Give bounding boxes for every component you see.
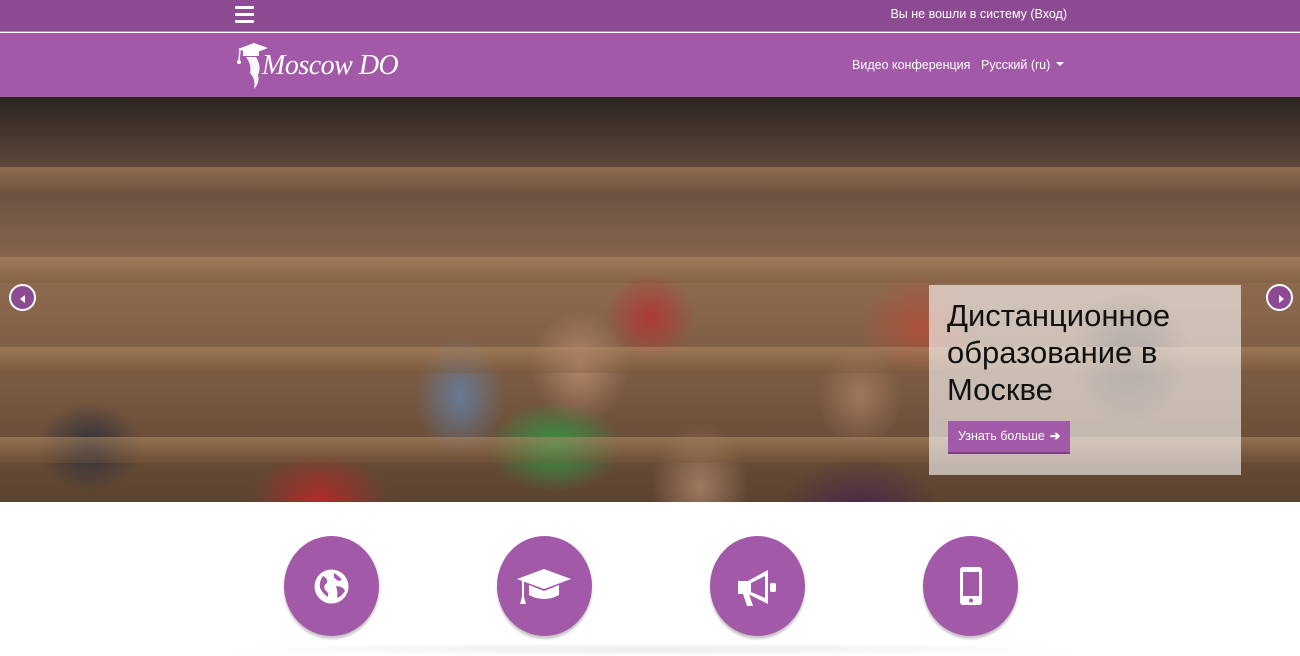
hamburger-icon[interactable] (235, 6, 254, 23)
learn-more-button[interactable]: Узнать больше ➔ (948, 421, 1071, 454)
top-bar: Вы не вошли в систему (Вход) (0, 0, 1300, 32)
caret-down-icon (1056, 61, 1065, 66)
megaphone-icon (738, 570, 776, 606)
login-link[interactable]: Вы не вошли в систему (Вход) (890, 7, 1067, 21)
carousel-prev-button[interactable] (9, 284, 36, 311)
site-logo[interactable]: Moscow DO (234, 39, 404, 91)
graduation-cap-icon (517, 569, 571, 604)
arrow-right-icon: ➔ (1049, 429, 1061, 443)
feature-mobile[interactable] (923, 536, 1018, 638)
features-section (0, 502, 1300, 656)
mobile-phone-icon (960, 567, 982, 605)
carousel-caption: Дистанционное образование в Москве Узнат… (929, 285, 1241, 475)
nav-video-conference-label: Видео конференция (852, 58, 971, 72)
hero-carousel: Дистанционное образование в Москве Узнат… (0, 97, 1300, 502)
learn-more-label: Узнать больше (958, 429, 1045, 443)
globe-icon (314, 569, 349, 604)
nav-video-conference[interactable]: Видео конференция (852, 58, 970, 72)
feature-globe[interactable] (284, 536, 379, 638)
hero-image-detail (0, 167, 1300, 193)
hero-image-detail (0, 257, 1300, 283)
language-dropdown[interactable]: Русский (ru) (981, 58, 1065, 72)
feature-announcements[interactable] (710, 536, 805, 638)
carousel-next-button[interactable] (1266, 284, 1293, 311)
caption-title: Дистанционное образование в Москве (947, 298, 1171, 407)
feature-education[interactable] (497, 536, 592, 638)
logo-text: Moscow DO (262, 50, 399, 81)
language-label: Русский (ru) (981, 58, 1051, 72)
navbar: Moscow DO Видео конференция Русский (ru) (0, 33, 1300, 97)
